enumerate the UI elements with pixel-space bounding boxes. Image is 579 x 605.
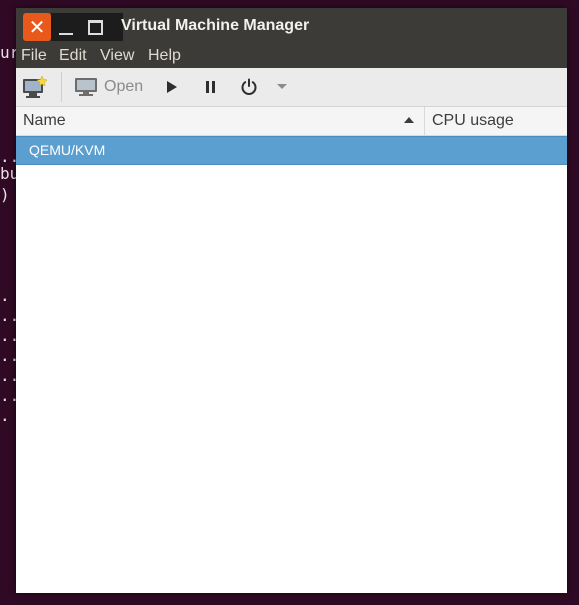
shutdown-dropdown[interactable]	[277, 68, 287, 106]
terminal-text: )	[0, 185, 10, 204]
play-icon	[167, 81, 177, 93]
menu-bar: File Edit View Help	[16, 44, 567, 68]
menu-view[interactable]: View	[100, 44, 134, 68]
pause-icon	[206, 81, 215, 93]
pause-button[interactable]	[206, 68, 216, 106]
terminal-text: .	[0, 406, 10, 425]
column-cpu-header[interactable]: CPU usage	[432, 107, 514, 135]
menu-edit[interactable]: Edit	[59, 44, 87, 68]
terminal-text: .	[0, 286, 10, 305]
menu-help[interactable]: Help	[148, 44, 181, 68]
window-title: Virtual Machine Manager	[121, 17, 310, 34]
shutdown-button[interactable]	[240, 68, 258, 106]
chevron-down-icon	[277, 84, 287, 89]
column-header: Name CPU usage	[16, 107, 567, 136]
minimize-button[interactable]	[59, 33, 73, 35]
run-button[interactable]	[166, 68, 178, 106]
connection-row[interactable]: QEMU/KVM	[16, 136, 567, 165]
maximize-button[interactable]	[88, 20, 103, 35]
monitor-icon	[75, 78, 97, 96]
sort-ascending-icon	[404, 117, 414, 123]
menu-file[interactable]: File	[21, 44, 47, 68]
open-label: Open	[104, 78, 144, 95]
new-vm-icon	[23, 75, 48, 98]
virt-manager-window: ✕ Virtual Machine Manager File Edit View…	[16, 8, 567, 593]
column-name-header[interactable]: Name	[23, 107, 66, 135]
close-button[interactable]: ✕	[23, 13, 51, 41]
column-separator[interactable]	[424, 107, 425, 135]
window-controls	[51, 13, 123, 41]
new-vm-button[interactable]	[22, 68, 48, 106]
open-button[interactable]: Open	[74, 68, 143, 106]
toolbar-separator	[61, 72, 62, 102]
toolbar: Open	[16, 68, 567, 107]
power-icon	[241, 78, 257, 95]
title-bar[interactable]: ✕ Virtual Machine Manager	[16, 8, 567, 44]
connection-name: QEMU/KVM	[29, 142, 106, 158]
